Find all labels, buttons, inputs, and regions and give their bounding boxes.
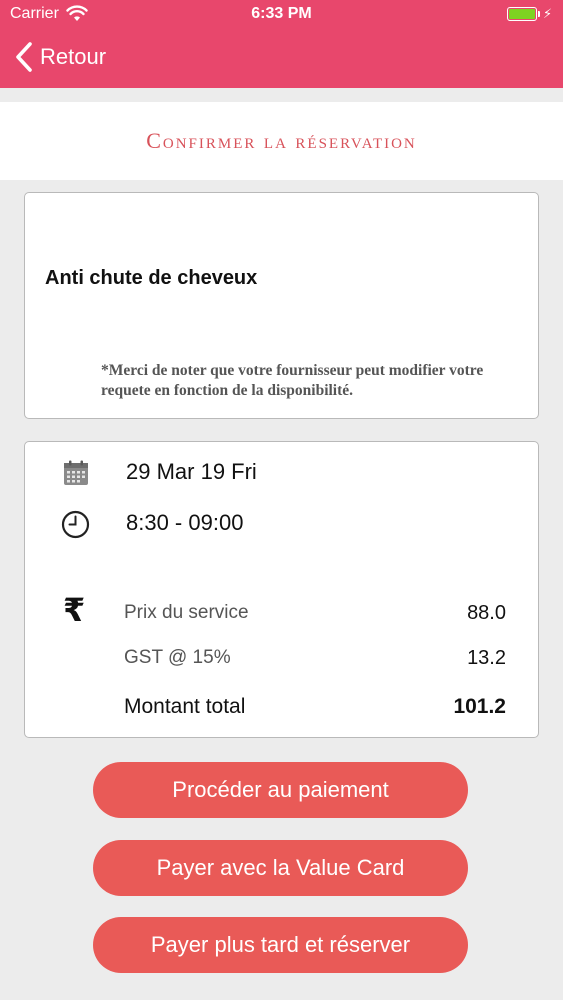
booking-details-card: 29 Mar 19 Fri 8:30 - 09:00 ₹ Prix du ser… xyxy=(24,441,539,738)
chevron-left-icon xyxy=(16,42,32,72)
pay-later-button[interactable]: Payer plus tard et réserver xyxy=(93,917,468,973)
total-value: 101.2 xyxy=(453,695,506,718)
pay-value-card-button[interactable]: Payer avec la Value Card xyxy=(93,840,468,896)
top-bar: Carrier 6:33 PM ⚡ Retour xyxy=(0,0,563,88)
battery-icon: ⚡ xyxy=(507,6,553,22)
service-price-label: Prix du service xyxy=(124,602,249,623)
total-label: Montant total xyxy=(124,695,246,718)
booking-date: 29 Mar 19 Fri xyxy=(126,459,257,484)
tax-label: GST @ 15% xyxy=(124,647,231,668)
page-title: Confirmer la réservation xyxy=(146,128,417,153)
charging-bolt-icon: ⚡ xyxy=(543,6,553,21)
back-button[interactable]: Retour xyxy=(14,40,106,74)
booking-time: 8:30 - 09:00 xyxy=(126,510,244,535)
status-bar: Carrier 6:33 PM ⚡ xyxy=(0,0,563,30)
calendar-icon xyxy=(64,460,88,485)
back-label: Retour xyxy=(40,44,107,69)
clock-icon xyxy=(61,510,90,539)
service-name: Anti chute de cheveux xyxy=(45,267,258,289)
service-price-value: 88.0 xyxy=(467,602,506,624)
battery-level xyxy=(509,9,535,19)
rupee-icon: ₹ xyxy=(63,591,86,629)
pay-now-button[interactable]: Procéder au paiement xyxy=(93,762,468,818)
availability-note: *Merci de noter que votre fournisseur pe… xyxy=(101,362,484,399)
service-card: Anti chute de cheveux *Merci de noter qu… xyxy=(24,192,539,419)
title-band: Confirmer la réservation xyxy=(0,102,563,180)
status-time: 6:33 PM xyxy=(251,5,312,22)
tax-value: 13.2 xyxy=(467,647,506,669)
